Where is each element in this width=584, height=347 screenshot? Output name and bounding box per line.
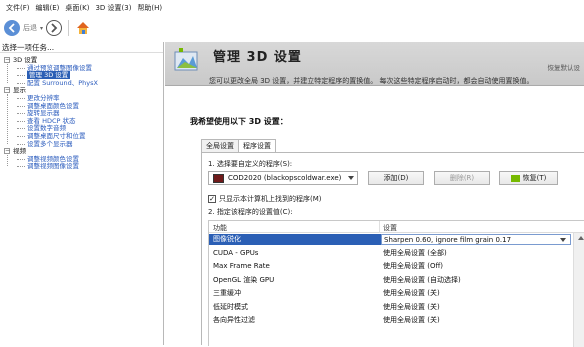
restore-button[interactable]: 恢复(T) bbox=[499, 171, 558, 185]
grid-header: 功能 设置 bbox=[209, 221, 584, 233]
tree-connector bbox=[17, 113, 25, 115]
task-pane: 选择一项任务... −3D 设置 通过预览调整图像设置 管理 3D 设置 配置 Sur… bbox=[0, 42, 164, 345]
toolbar: 后退 ▾ bbox=[0, 16, 584, 40]
tree-connector bbox=[17, 128, 25, 130]
tree-connector bbox=[17, 143, 25, 145]
feature-cell: Max Frame Rate bbox=[213, 262, 270, 270]
feature-cell: 图像锐化 bbox=[213, 235, 241, 243]
page-description: 您可以更改全局 3D 设置，并建立特定程序的置换值。 每次这些特定程序启动时，都… bbox=[209, 77, 534, 85]
show-local-programs-checkbox[interactable]: ✓ bbox=[208, 195, 216, 203]
tree-connector bbox=[17, 82, 25, 84]
show-local-programs-option[interactable]: ✓ 只显示本计算机上找到的程序(M) bbox=[208, 194, 322, 204]
table-row[interactable]: Max Frame Rate 使用全局设置 (Off) bbox=[209, 261, 571, 272]
collapse-icon[interactable]: − bbox=[4, 57, 10, 63]
page-title: 管理 3D 设置 bbox=[213, 50, 302, 65]
back-label[interactable]: 后退 bbox=[23, 23, 37, 33]
table-row[interactable]: 各向异性过滤 使用全局设置 (关) bbox=[209, 315, 571, 326]
table-row[interactable]: 三重缓冲 使用全局设置 (关) bbox=[209, 288, 571, 299]
tree-connector bbox=[7, 94, 8, 144]
arrow-left-icon bbox=[8, 23, 15, 33]
feature-cell: CUDA - GPUs bbox=[213, 248, 259, 257]
tree-item[interactable]: 设置多个显示器 bbox=[27, 140, 73, 148]
table-row[interactable]: CUDA - GPUs 使用全局设置 (全部) bbox=[209, 248, 571, 259]
tree-connector bbox=[7, 155, 8, 167]
nvidia-icon bbox=[510, 174, 520, 182]
restore-button-label: 恢复(T) bbox=[522, 174, 547, 182]
back-button[interactable] bbox=[4, 20, 20, 36]
tree-connector bbox=[17, 75, 25, 77]
settings-tabs: 全局设置 程序设置 bbox=[201, 139, 276, 153]
remove-button[interactable]: 删除(R) bbox=[434, 171, 490, 185]
setting-value-select[interactable]: Sharpen 0.60, ignore film grain 0.17 bbox=[381, 234, 571, 245]
menu-item[interactable]: 桌面(K) bbox=[65, 3, 89, 13]
content-pane: 管理 3D 设置 恢复默认设 您可以更改全局 3D 设置，并建立特定程序的置换值… bbox=[165, 42, 584, 347]
table-row[interactable]: 低延时模式 使用全局设置 (关) bbox=[209, 302, 571, 313]
toolbar-divider bbox=[68, 20, 70, 36]
tree-connector bbox=[7, 64, 8, 83]
tree-connector bbox=[17, 166, 25, 168]
feature-cell: 三重缓冲 bbox=[213, 289, 241, 297]
menu-item[interactable]: 3D 设置(3) bbox=[95, 3, 131, 13]
grid-header-feature[interactable]: 功能 bbox=[213, 223, 227, 233]
menu-item[interactable]: 编辑(E) bbox=[36, 3, 60, 13]
tree-connector bbox=[17, 105, 25, 107]
tab-global-settings[interactable]: 全局设置 bbox=[201, 139, 239, 152]
program-icon bbox=[213, 173, 224, 183]
chevron-down-icon bbox=[560, 238, 566, 242]
section-heading: 我希望使用以下 3D 设置： bbox=[190, 117, 288, 126]
setting-cell: 使用全局设置 (全部) bbox=[383, 248, 447, 257]
setting-cell: 使用全局设置 (Off) bbox=[383, 262, 444, 270]
menu-bar: 文件(F) 编辑(E) 桌面(K) 3D 设置(3) 帮助(H) bbox=[0, 0, 584, 16]
3d-settings-icon bbox=[174, 48, 198, 71]
tree-connector bbox=[17, 67, 25, 69]
back-dropdown-icon[interactable]: ▾ bbox=[40, 25, 43, 32]
tree-connector bbox=[17, 98, 25, 99]
tree-connector bbox=[17, 136, 25, 137]
feature-cell: OpenGL 渲染 GPU bbox=[213, 275, 275, 284]
chevron-down-icon bbox=[348, 176, 354, 180]
setting-cell: 使用全局设置 (关) bbox=[383, 289, 440, 297]
home-icon[interactable] bbox=[75, 20, 91, 36]
collapse-icon[interactable]: − bbox=[4, 148, 10, 155]
feature-cell: 低延时模式 bbox=[213, 302, 248, 311]
menu-item[interactable]: 文件(F) bbox=[6, 3, 30, 13]
forward-button[interactable] bbox=[46, 20, 63, 36]
program-select-value: COD2020 (blackopscoldwar.exe) bbox=[228, 174, 342, 182]
settings-grid: 功能 设置 图像锐化 Sharpen 0.60, ignore film grai… bbox=[208, 220, 584, 347]
restore-defaults-link[interactable]: 恢复默认设 bbox=[548, 62, 581, 72]
setting-cell: 使用全局设置 (关) bbox=[383, 316, 440, 324]
program-select[interactable]: COD2020 (blackopscoldwar.exe) bbox=[208, 171, 358, 185]
setting-cell: 使用全局设置 (关) bbox=[383, 302, 440, 311]
program-settings-panel: 1. 选择要自定义的程序(S): COD2020 (blackopscoldwa… bbox=[201, 152, 584, 347]
collapse-icon[interactable]: − bbox=[4, 87, 10, 94]
grid-header-setting[interactable]: 设置 bbox=[383, 223, 397, 233]
tree-connector bbox=[17, 120, 25, 122]
show-local-programs-label: 只显示本计算机上找到的程序(M) bbox=[219, 195, 322, 203]
tree-connector bbox=[17, 158, 25, 160]
grid-column-divider bbox=[379, 221, 380, 233]
select-program-label: 1. 选择要自定义的程序(S): bbox=[208, 160, 293, 168]
task-pane-title: 选择一项任务... bbox=[0, 42, 163, 53]
arrow-right-icon bbox=[51, 23, 58, 33]
scroll-up-icon[interactable] bbox=[578, 236, 584, 240]
table-row[interactable]: 图像锐化 Sharpen 0.60, ignore film grain 0.17 bbox=[209, 234, 571, 245]
tree-group[interactable]: 显示 bbox=[13, 86, 26, 94]
specify-settings-label: 2. 指定该程序的设置值(C): bbox=[208, 208, 293, 216]
tree-item[interactable]: 配置 Surround、PhysX bbox=[27, 79, 98, 87]
setting-cell: 使用全局设置 (自动选择) bbox=[383, 275, 461, 284]
tab-program-settings[interactable]: 程序设置 bbox=[238, 139, 276, 153]
tree-group[interactable]: 视频 bbox=[13, 147, 26, 155]
setting-value: Sharpen 0.60, ignore film grain 0.17 bbox=[384, 236, 512, 244]
feature-cell: 各向异性过滤 bbox=[213, 316, 255, 324]
table-row[interactable]: OpenGL 渲染 GPU 使用全局设置 (自动选择) bbox=[209, 275, 571, 286]
grid-scrollbar[interactable] bbox=[573, 233, 584, 347]
tree-item[interactable]: 调整视频图像设置 bbox=[27, 162, 79, 170]
add-button[interactable]: 添加(D) bbox=[368, 171, 424, 185]
task-tree: −3D 设置 通过预览调整图像设置 管理 3D 设置 配置 Surround、Phys… bbox=[1, 54, 163, 345]
menu-item[interactable]: 帮助(H) bbox=[137, 3, 162, 13]
